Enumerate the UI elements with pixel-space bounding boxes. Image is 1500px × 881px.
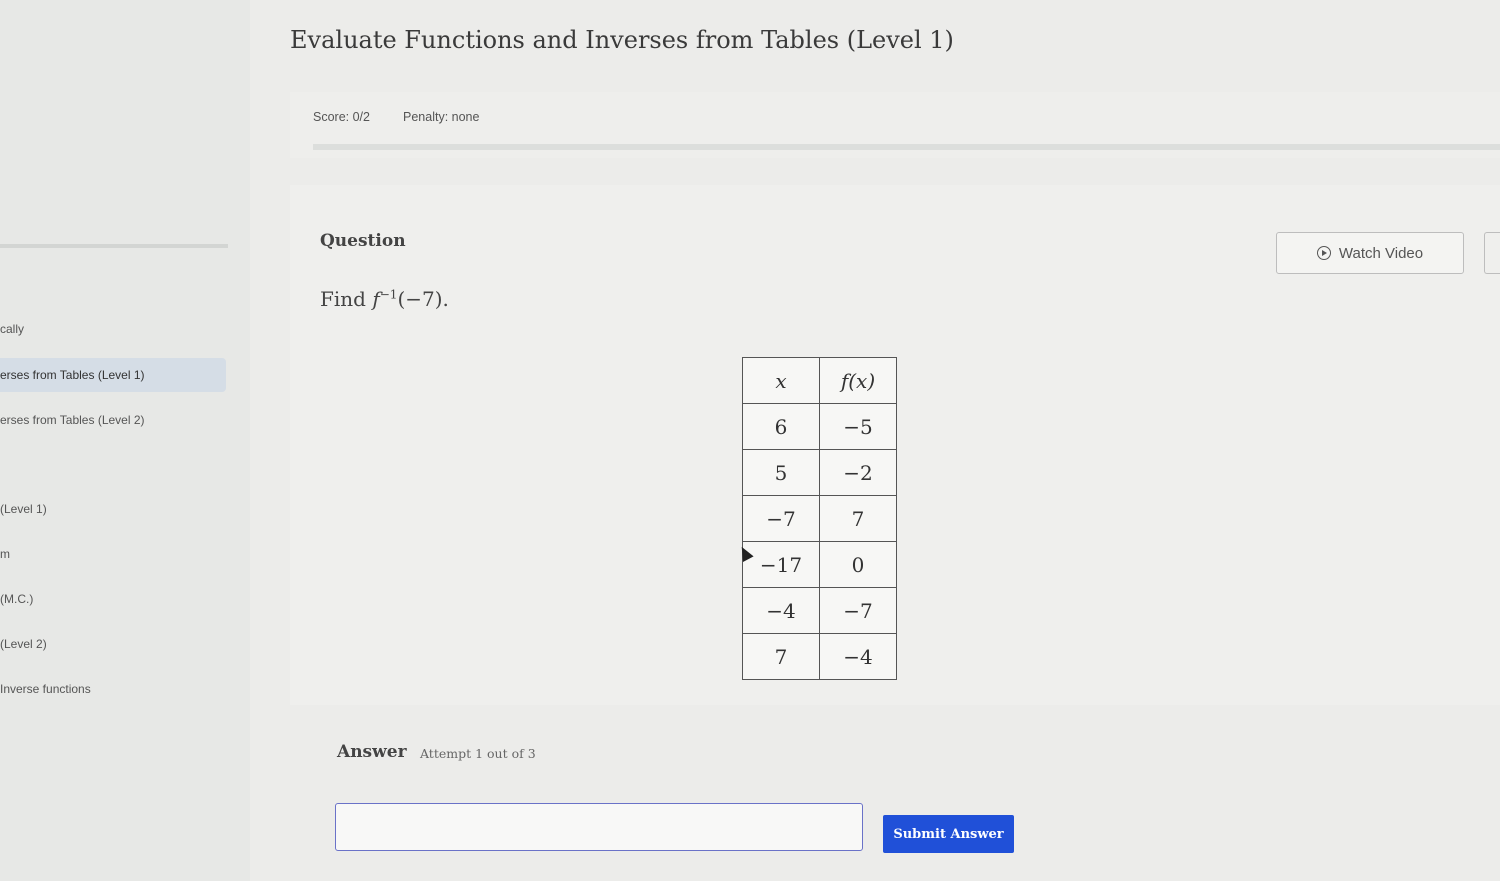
- table-cell-x: 6: [742, 403, 820, 450]
- progress-bar: [313, 144, 1500, 150]
- inverse-superscript: −1: [379, 287, 398, 302]
- sidebar-item-label: (Level 1): [0, 502, 47, 516]
- score-text: Score: 0/2: [313, 110, 370, 124]
- sidebar-item-level-2[interactable]: erses from Tables (Level 2): [0, 403, 226, 437]
- sidebar-item-8[interactable]: Inverse functions: [0, 672, 226, 706]
- sidebar-item-label: erses from Tables (Level 2): [0, 413, 145, 427]
- function-table: x f(x) 6 −5 5 −2 −7 7 −17 0 −4 −7 7 −4: [742, 357, 897, 680]
- attempt-counter: Attempt 1 out of 3: [420, 746, 536, 761]
- table-cell-x: −7: [742, 495, 820, 542]
- table-cell-fx: −2: [819, 449, 897, 496]
- table-cell-fx: −7: [819, 587, 897, 634]
- question-prefix: Find: [320, 287, 373, 311]
- table-cell-x: −4: [742, 587, 820, 634]
- table-cell-x: −17: [742, 541, 820, 588]
- table-header-row: x f(x): [742, 357, 897, 404]
- table-row: 5 −2: [742, 449, 897, 496]
- table-cell-fx: −4: [819, 633, 897, 680]
- sidebar-divider: [0, 244, 228, 248]
- question-argument: (−7).: [397, 287, 449, 311]
- table-cell-fx: 7: [819, 495, 897, 542]
- answer-input[interactable]: [335, 803, 863, 851]
- sidebar-item-4[interactable]: (Level 1): [0, 492, 226, 526]
- table-cell-fx: −5: [819, 403, 897, 450]
- sidebar-item-label: (Level 2): [0, 637, 47, 651]
- table-row: 6 −5: [742, 403, 897, 450]
- table-row: −4 −7: [742, 587, 897, 634]
- main-content: Evaluate Functions and Inverses from Tab…: [250, 0, 1500, 881]
- table-header-x: x: [742, 357, 820, 404]
- table-row: 7 −4: [742, 633, 897, 680]
- table-cell-x: 5: [742, 449, 820, 496]
- table-row: −17 0: [742, 541, 897, 588]
- watch-video-button[interactable]: Watch Video: [1276, 232, 1464, 274]
- function-name: f: [372, 287, 380, 311]
- play-icon: [1316, 246, 1331, 260]
- sidebar-item-5[interactable]: m: [0, 537, 226, 571]
- page-title: Evaluate Functions and Inverses from Tab…: [290, 26, 954, 54]
- answer-label: Answer: [337, 742, 407, 762]
- sidebar-item-label: cally: [0, 322, 25, 336]
- sidebar-item-label: m: [0, 547, 10, 561]
- watch-video-label: Watch Video: [1338, 244, 1424, 262]
- sidebar-item-current-level-1[interactable]: erses from Tables (Level 1): [0, 358, 226, 392]
- sidebar-item-label: Inverse functions: [0, 682, 91, 696]
- question-label: Question: [320, 231, 406, 251]
- sidebar-item-1[interactable]: cally: [0, 312, 226, 346]
- sidebar-item-7[interactable]: (Level 2): [0, 627, 226, 661]
- sidebar-item-label: (M.C.): [0, 592, 34, 606]
- table-cell-fx: 0: [819, 541, 897, 588]
- extra-button[interactable]: [1484, 232, 1500, 274]
- question-panel: Question Watch Video Find f−1(−7). x f(x…: [290, 185, 1500, 705]
- table-cell-x: 7: [742, 633, 820, 680]
- sidebar: cally erses from Tables (Level 1) erses …: [0, 0, 250, 881]
- sidebar-item-6[interactable]: (M.C.): [0, 582, 226, 616]
- table-header-fx: f(x): [819, 357, 897, 404]
- question-text: Find f−1(−7).: [320, 287, 449, 311]
- table-row: −7 7: [742, 495, 897, 542]
- submit-answer-button[interactable]: Submit Answer: [883, 815, 1014, 853]
- score-bar: Score: 0/2 Penalty: none: [290, 92, 1500, 158]
- sidebar-item-label: erses from Tables (Level 1): [0, 368, 145, 382]
- penalty-text: Penalty: none: [403, 110, 480, 124]
